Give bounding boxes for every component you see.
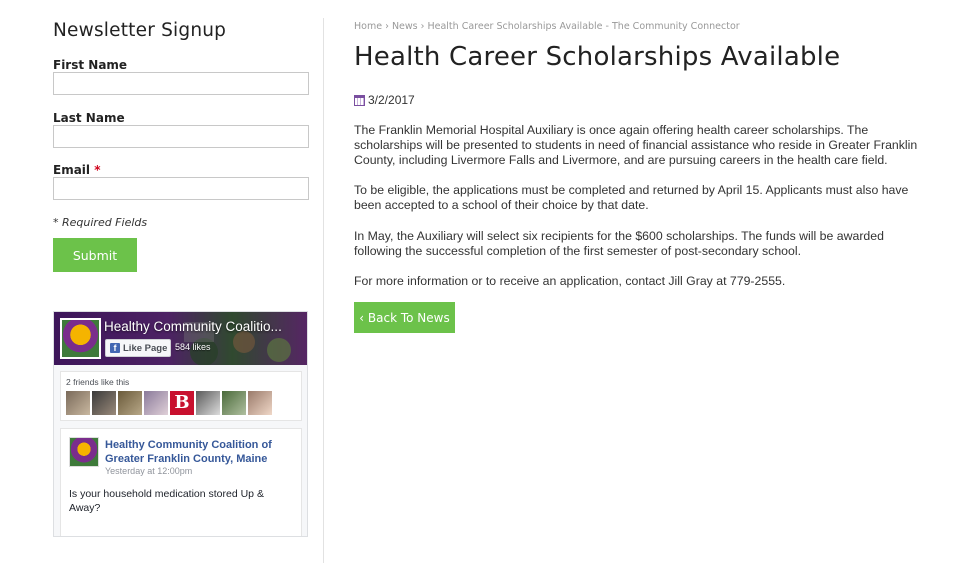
fb-post-time[interactable]: Yesterday at 12:00pm: [105, 466, 192, 476]
friend-avatar[interactable]: [66, 391, 90, 415]
friend-avatar[interactable]: [248, 391, 272, 415]
article-paragraph: The Franklin Memorial Hospital Auxiliary…: [354, 123, 918, 167]
breadcrumb-separator: ›: [385, 21, 389, 32]
email-label: Email *: [53, 163, 101, 177]
first-name-label: First Name: [53, 58, 128, 72]
article-date-text: 3/2/2017: [368, 93, 415, 107]
friend-avatar[interactable]: [118, 391, 142, 415]
fb-post-text: Is your household medication stored Up &…: [69, 488, 264, 514]
fb-like-page-button[interactable]: f Like Page: [105, 339, 171, 357]
first-name-input[interactable]: [53, 72, 309, 95]
last-name-label: Last Name: [53, 111, 125, 125]
required-fields-note: * Required Fields: [53, 216, 148, 229]
breadcrumb: Home › News › Health Career Scholarships…: [354, 21, 740, 32]
fb-cover-photo[interactable]: Healthy Community Coalitio... f Like Pag…: [54, 312, 307, 365]
calendar-icon: [354, 94, 365, 106]
facebook-icon: f: [110, 343, 120, 353]
fb-post-author-logo[interactable]: [69, 437, 99, 467]
article-paragraph: To be eligible, the applications must be…: [354, 183, 909, 212]
page-title: Health Career Scholarships Available: [354, 42, 841, 72]
coalition-logo-icon: [62, 320, 99, 357]
fb-post-author[interactable]: Healthy Community Coalition of Greater F…: [105, 438, 295, 466]
email-input[interactable]: [53, 177, 309, 200]
fb-like-label: Like Page: [123, 342, 168, 354]
column-divider: [323, 18, 324, 563]
fb-friends-text: 2 friends like this: [66, 377, 130, 387]
breadcrumb-separator: ›: [420, 21, 425, 32]
fb-like-count: 584 likes: [175, 342, 211, 352]
required-star: *: [94, 163, 101, 177]
facebook-page-widget: Healthy Community Coalitio... f Like Pag…: [53, 311, 308, 537]
newsletter-title: Newsletter Signup: [53, 20, 227, 41]
friend-avatar[interactable]: B: [170, 391, 194, 415]
submit-button[interactable]: Submit: [53, 238, 137, 272]
friend-avatar[interactable]: [222, 391, 246, 415]
friend-avatar[interactable]: [144, 391, 168, 415]
article-date: 3/2/2017: [354, 93, 415, 107]
fb-friend-avatars: B: [66, 391, 272, 415]
last-name-input[interactable]: [53, 125, 309, 148]
back-to-news-button[interactable]: ‹ Back To News: [354, 302, 455, 333]
breadcrumb-home[interactable]: Home: [354, 21, 382, 32]
breadcrumb-news[interactable]: News: [392, 21, 418, 32]
article-paragraph: For more information or to receive an ap…: [354, 274, 786, 288]
breadcrumb-current: Health Career Scholarships Available - T…: [427, 21, 740, 32]
fb-friends-box: 2 friends like this B: [60, 371, 302, 421]
friend-avatar[interactable]: [196, 391, 220, 415]
article-paragraph: In May, the Auxiliary will select six re…: [354, 229, 884, 258]
fb-page-logo[interactable]: [60, 318, 101, 359]
email-label-text: Email: [53, 163, 91, 177]
friend-avatar[interactable]: [92, 391, 116, 415]
fb-page-name[interactable]: Healthy Community Coalitio...: [104, 319, 304, 334]
fb-post: Healthy Community Coalition of Greater F…: [60, 428, 302, 536]
